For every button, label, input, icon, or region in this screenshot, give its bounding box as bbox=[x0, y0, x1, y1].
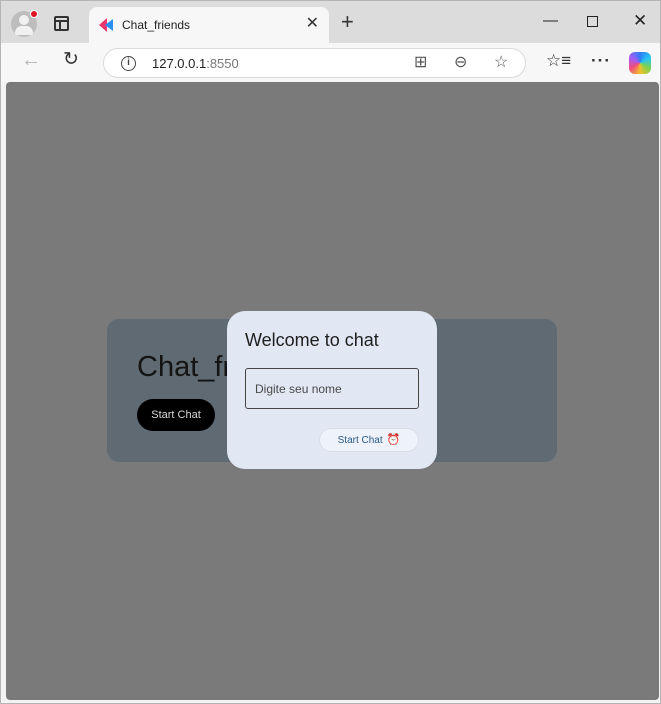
profile-avatar[interactable] bbox=[11, 10, 38, 37]
dialog-start-chat-label: Start Chat bbox=[337, 435, 383, 446]
name-input[interactable] bbox=[245, 368, 419, 409]
favorites-icon[interactable]: ☆≡ bbox=[546, 52, 571, 70]
dialog-title: Welcome to chat bbox=[245, 330, 379, 350]
url-port: :8550 bbox=[206, 56, 239, 71]
close-window-button[interactable]: ✕ bbox=[633, 11, 647, 31]
profile-head bbox=[19, 15, 29, 25]
welcome-dialog: Welcome to chat Start Chat⏰ bbox=[227, 311, 437, 469]
apps-icon[interactable]: ⊞ bbox=[414, 54, 427, 72]
back-icon[interactable]: ← bbox=[21, 50, 41, 70]
copilot-icon[interactable] bbox=[629, 52, 651, 74]
tab-title: Chat_friends bbox=[122, 18, 191, 32]
start-chat-button[interactable]: Start Chat bbox=[137, 399, 215, 431]
tab-chat-friends[interactable]: Chat_friends ✕ bbox=[89, 7, 329, 43]
site-info-icon[interactable]: i bbox=[121, 56, 136, 71]
tab-actions-icon[interactable] bbox=[54, 16, 69, 31]
address-bar[interactable]: i 127.0.0.1:8550 ⊞ ⊖ ☆ bbox=[103, 48, 526, 78]
alarm-icon: ⏰ bbox=[386, 434, 401, 446]
minimize-button[interactable]: — bbox=[543, 11, 558, 31]
tab-strip: Chat_friends ✕ + — ✕ bbox=[1, 1, 660, 43]
browser-window: Chat_friends ✕ + — ✕ ← ↻ i 127.0.0.1:855… bbox=[0, 0, 661, 704]
reload-icon[interactable]: ↻ bbox=[63, 50, 79, 70]
tab-close-icon[interactable]: ✕ bbox=[306, 16, 319, 32]
page-viewport: Chat_friends Start Chat Welcome to chat … bbox=[6, 82, 659, 700]
url-host: 127.0.0.1 bbox=[152, 56, 207, 71]
profile-body bbox=[15, 26, 33, 35]
maximize-button[interactable] bbox=[587, 16, 598, 27]
url-text[interactable]: 127.0.0.1:8550 bbox=[152, 56, 239, 71]
favorite-star-icon[interactable]: ☆ bbox=[494, 54, 508, 72]
zoom-out-icon[interactable]: ⊖ bbox=[454, 54, 467, 72]
flet-favicon-icon bbox=[99, 18, 113, 32]
new-tab-button[interactable]: + bbox=[341, 11, 354, 33]
dialog-start-chat-button[interactable]: Start Chat ⏰ bbox=[319, 428, 419, 452]
browser-toolbar: ← ↻ i 127.0.0.1:8550 ⊞ ⊖ ☆ ☆≡ ··· bbox=[1, 43, 660, 81]
notification-dot bbox=[30, 10, 38, 18]
more-options-icon[interactable]: ··· bbox=[591, 52, 611, 70]
